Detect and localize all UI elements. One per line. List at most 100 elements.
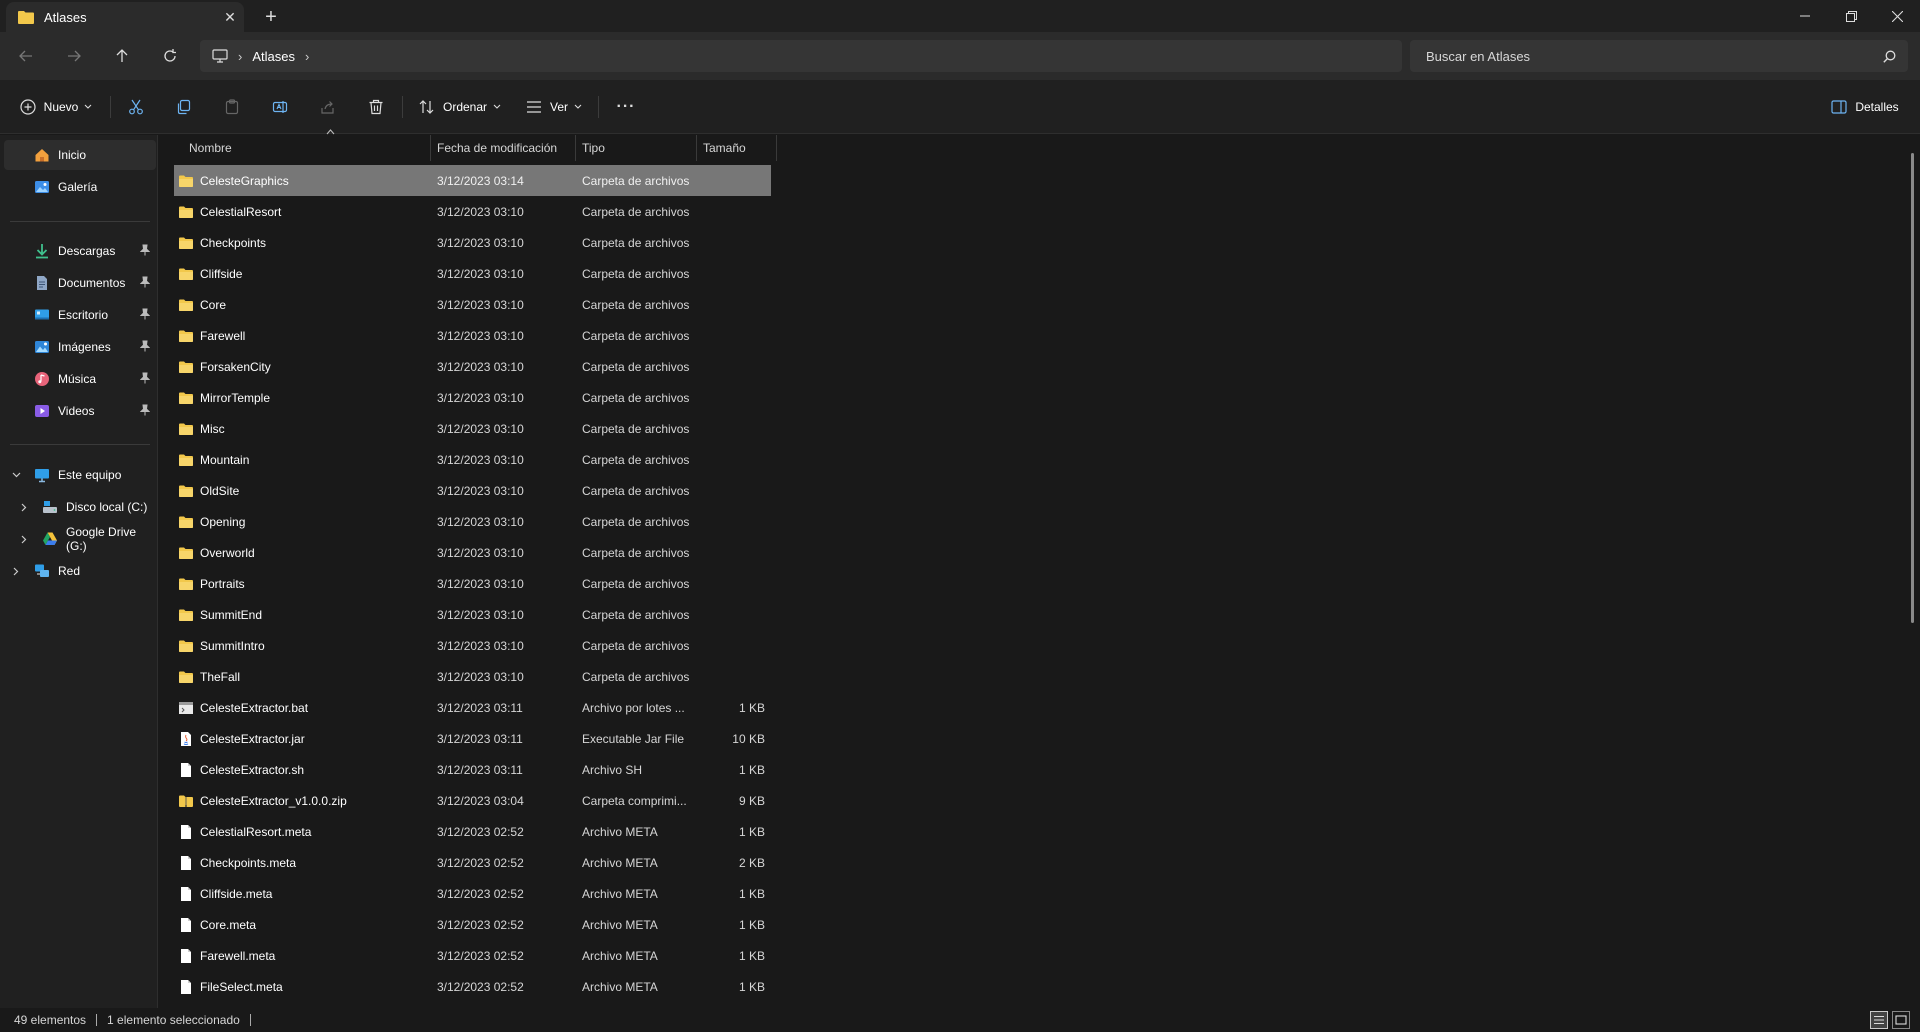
sidebar-item-documentos[interactable]: Documentos [4,268,156,298]
new-button[interactable]: Nuevo [14,91,98,123]
file-size: 1 KB [738,979,765,994]
sidebar-item-galeria[interactable]: Galería [4,172,156,202]
file-name-cell: Opening [174,514,434,530]
pin-icon[interactable] [140,404,150,416]
sidebar-item-google-drive[interactable]: Google Drive (G:) [4,524,156,554]
sidebar-item-imagenes[interactable]: Imágenes [4,332,156,362]
search-icon[interactable] [1883,50,1896,63]
file-row[interactable]: Farewell.meta 3/12/2023 02:52 Archivo META… [174,940,771,971]
folder-icon [174,421,200,437]
column-header-date[interactable]: Fecha de modificación [431,135,576,161]
sidebar-item-musica[interactable]: Música [4,364,156,394]
view-button[interactable]: Ver [522,91,586,123]
folder-icon [174,266,200,282]
pin-icon[interactable] [140,308,150,320]
file-type: Archivo META [582,917,658,932]
chevron-right-icon[interactable] [10,565,22,577]
file-row[interactable]: MirrorTemple 3/12/2023 03:10 Carpeta de ar… [174,382,771,413]
file-row[interactable]: CelesteExtractor_v1.0.0.zip 3/12/2023 03:… [174,785,771,816]
sidebar-item-este-equipo[interactable]: Este equipo [4,460,156,490]
search-input[interactable]: Buscar en Atlases [1426,49,1883,64]
paste-icon[interactable] [216,91,248,123]
file-row[interactable]: Farewell 3/12/2023 03:10 Carpeta de archiv… [174,320,771,351]
file-name: Core.meta [200,917,257,932]
restore-icon[interactable] [1828,0,1874,32]
file-date: 3/12/2023 03:10 [437,576,524,591]
file-row[interactable]: Misc 3/12/2023 03:10 Carpeta de archivos [174,413,771,444]
file-row[interactable]: Opening 3/12/2023 03:10 Carpeta de archivo… [174,506,771,537]
pin-icon[interactable] [140,372,150,384]
file-name-cell: CelesteExtractor_v1.0.0.zip [174,793,434,809]
column-header-size[interactable]: Tamaño [697,135,777,161]
file-row[interactable]: Checkpoints 3/12/2023 03:10 Carpeta de arc… [174,227,771,258]
file-row[interactable]: OldSite 3/12/2023 03:10 Carpeta de archivo… [174,475,771,506]
cut-icon[interactable] [120,91,152,123]
sidebar-item-videos[interactable]: Videos [4,396,156,426]
file-row[interactable]: Checkpoints.meta 3/12/2023 02:52 Archivo M… [174,847,771,878]
chevron-right-icon[interactable] [18,533,30,545]
pin-icon[interactable] [140,244,150,256]
column-header-name[interactable]: Nombre [183,129,431,161]
file-row[interactable]: CelesteExtractor.jar 3/12/2023 03:11 Execu… [174,723,771,754]
item-count: 49 elementos [14,1013,87,1027]
minimize-icon[interactable] [1782,0,1828,32]
tab-atlases[interactable]: Atlases ✕ [6,2,244,32]
file-row[interactable]: Core.meta 3/12/2023 02:52 Archivo META 1 KB [174,909,771,940]
file-row[interactable]: Cliffside 3/12/2023 03:10 Carpeta de archi… [174,258,771,289]
share-icon[interactable] [312,91,344,123]
rename-icon[interactable] [264,91,296,123]
file-row[interactable]: CelesteExtractor.bat 3/12/2023 03:11 Archi… [174,692,771,723]
search-box[interactable]: Buscar en Atlases [1410,40,1908,72]
file-row[interactable]: Core 3/12/2023 03:10 Carpeta de archivos [174,289,771,320]
details-view-icon[interactable] [1870,1011,1888,1029]
delete-icon[interactable] [360,91,392,123]
file-row[interactable]: CelesteGraphics 3/12/2023 03:14 Carpeta de… [174,165,771,196]
file-row[interactable]: Mountain 3/12/2023 03:10 Carpeta de archiv… [174,444,771,475]
sidebar-item-descargas[interactable]: Descargas [4,236,156,266]
chevron-right-icon[interactable] [18,501,30,513]
pin-icon[interactable] [140,340,150,352]
back-arrow-icon[interactable] [10,40,42,72]
file-row[interactable]: TheFall 3/12/2023 03:10 Carpeta de archivo… [174,661,771,692]
sidebar-item-escritorio[interactable]: Escritorio [4,300,156,330]
chevron-right-icon[interactable]: › [238,49,242,64]
tiles-view-icon[interactable] [1892,1011,1910,1029]
sort-button[interactable]: Ordenar [414,91,506,123]
sidebar-item-inicio[interactable]: Inicio [4,140,156,170]
gallery-icon [35,181,49,193]
file-name: Misc [200,421,225,436]
file-row[interactable]: SummitEnd 3/12/2023 03:10 Carpeta de archi… [174,599,771,630]
file-type: Carpeta de archivos [582,638,690,653]
vertical-scrollbar[interactable] [1911,153,1914,623]
file-row[interactable]: FileSelect.meta 3/12/2023 02:52 Archivo ME… [174,971,771,1002]
file-row[interactable]: Cliffside.meta 3/12/2023 02:52 Archivo MET… [174,878,771,909]
sidebar-item-disco-local[interactable]: Disco local (C:) [4,492,156,522]
file-row[interactable]: Portraits 3/12/2023 03:10 Carpeta de archi… [174,568,771,599]
network-icon [35,564,49,577]
sidebar-item-red[interactable]: Red [4,556,156,586]
breadcrumb-atlases[interactable]: Atlases [252,49,295,64]
file-row[interactable]: CelesteExtractor.sh 3/12/2023 03:11 Archiv… [174,754,771,785]
up-arrow-icon[interactable] [106,40,138,72]
file-row[interactable]: Overworld 3/12/2023 03:10 Carpeta de archi… [174,537,771,568]
pin-icon[interactable] [140,276,150,288]
file-row[interactable]: CelestialResort 3/12/2023 03:10 Carpeta de… [174,196,771,227]
file-date: 3/12/2023 02:52 [437,824,524,839]
new-tab-button[interactable]: + [258,4,284,30]
close-tab-icon[interactable]: ✕ [216,3,244,31]
forward-arrow-icon[interactable] [58,40,90,72]
copy-icon[interactable] [168,91,200,123]
more-options-button[interactable]: ··· [610,91,642,123]
details-button[interactable]: Detalles [1818,91,1912,123]
file-row[interactable]: ForsakenCity 3/12/2023 03:10 Carpeta de ar… [174,351,771,382]
file-name: MirrorTemple [200,390,271,405]
address-bar[interactable]: › Atlases › [200,40,1402,72]
folder-icon [174,514,200,530]
close-window-icon[interactable] [1874,0,1920,32]
chevron-right-icon[interactable]: › [305,49,309,64]
file-row[interactable]: SummitIntro 3/12/2023 03:10 Carpeta de arc… [174,630,771,661]
column-header-type[interactable]: Tipo [576,135,697,161]
chevron-down-icon[interactable] [10,469,22,481]
file-row[interactable]: CelestialResort.meta 3/12/2023 02:52 Archi… [174,816,771,847]
refresh-icon[interactable] [154,40,186,72]
